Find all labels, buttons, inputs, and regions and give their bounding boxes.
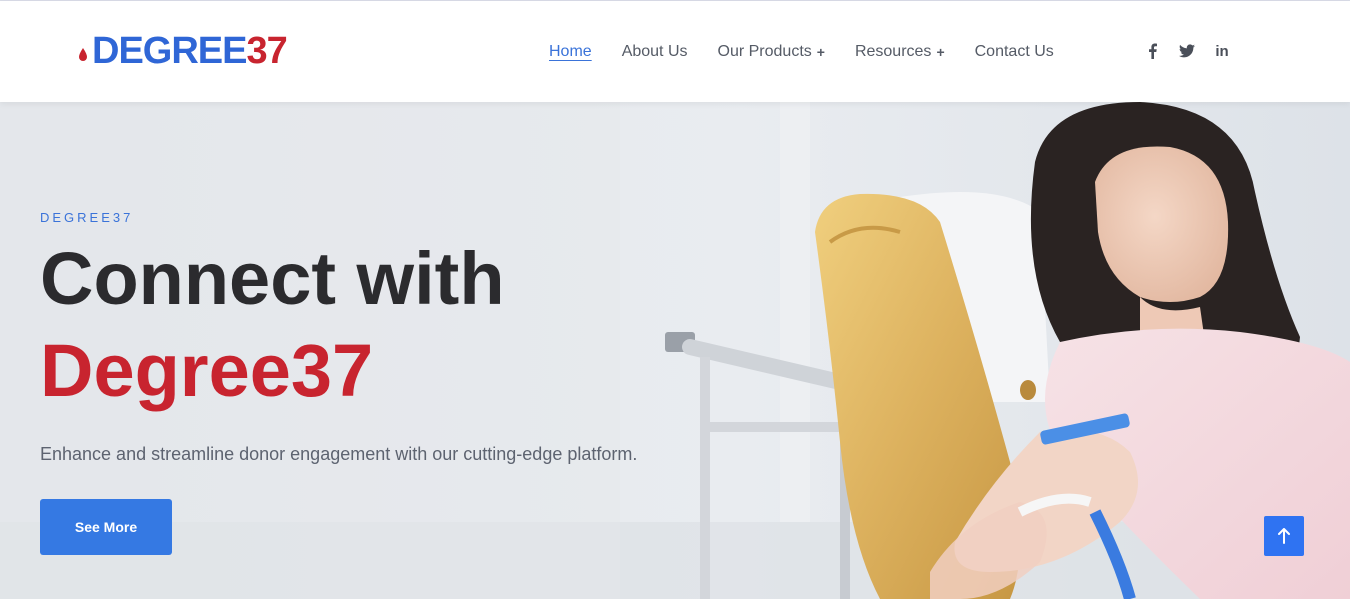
nav-resources[interactable]: Resources +	[855, 43, 945, 61]
facebook-icon[interactable]	[1142, 41, 1162, 61]
nav-resources-label: Resources	[854, 42, 932, 60]
hero-subtitle: Enhance and streamline donor engagement …	[40, 444, 638, 464]
see-more-button[interactable]: See More	[40, 499, 172, 555]
nav-contact-us[interactable]: Contact Us	[975, 43, 1054, 61]
site-header: DEGREE 37 Home About Us Our Products + Res…	[0, 1, 1350, 102]
plus-icon: +	[936, 43, 945, 60]
plus-icon: +	[816, 43, 825, 60]
logo-number: 37	[246, 30, 287, 72]
hero-eyebrow: DEGREE37	[40, 210, 134, 225]
nav-about-us[interactable]: About Us	[622, 43, 688, 61]
hero-section: DEGREE37 Connect with Degree37 Enhance a…	[0, 102, 1350, 599]
twitter-icon[interactable]	[1177, 41, 1197, 61]
logo[interactable]: DEGREE 37	[76, 30, 288, 72]
nav-our-products-label: Our Products	[717, 42, 812, 60]
nav-our-products[interactable]: Our Products +	[718, 43, 825, 61]
linkedin-icon[interactable]: in	[1212, 41, 1232, 61]
hero-title-line2: Degree37	[40, 329, 374, 412]
nav-home-label: Home	[549, 42, 592, 60]
nav-about-us-label: About Us	[621, 42, 688, 60]
nav-contact-us-label: Contact Us	[974, 42, 1054, 60]
scroll-to-top-button[interactable]	[1264, 516, 1304, 556]
arrow-up-icon	[1278, 528, 1290, 544]
logo-text: DEGREE	[92, 30, 247, 72]
hero-title-line1: Connect with	[40, 237, 505, 320]
blood-drop-icon	[79, 48, 87, 61]
social-links: in	[1142, 41, 1247, 61]
main-nav: Home About Us Our Products + Resources + C…	[549, 1, 1084, 102]
nav-home[interactable]: Home	[549, 43, 592, 61]
